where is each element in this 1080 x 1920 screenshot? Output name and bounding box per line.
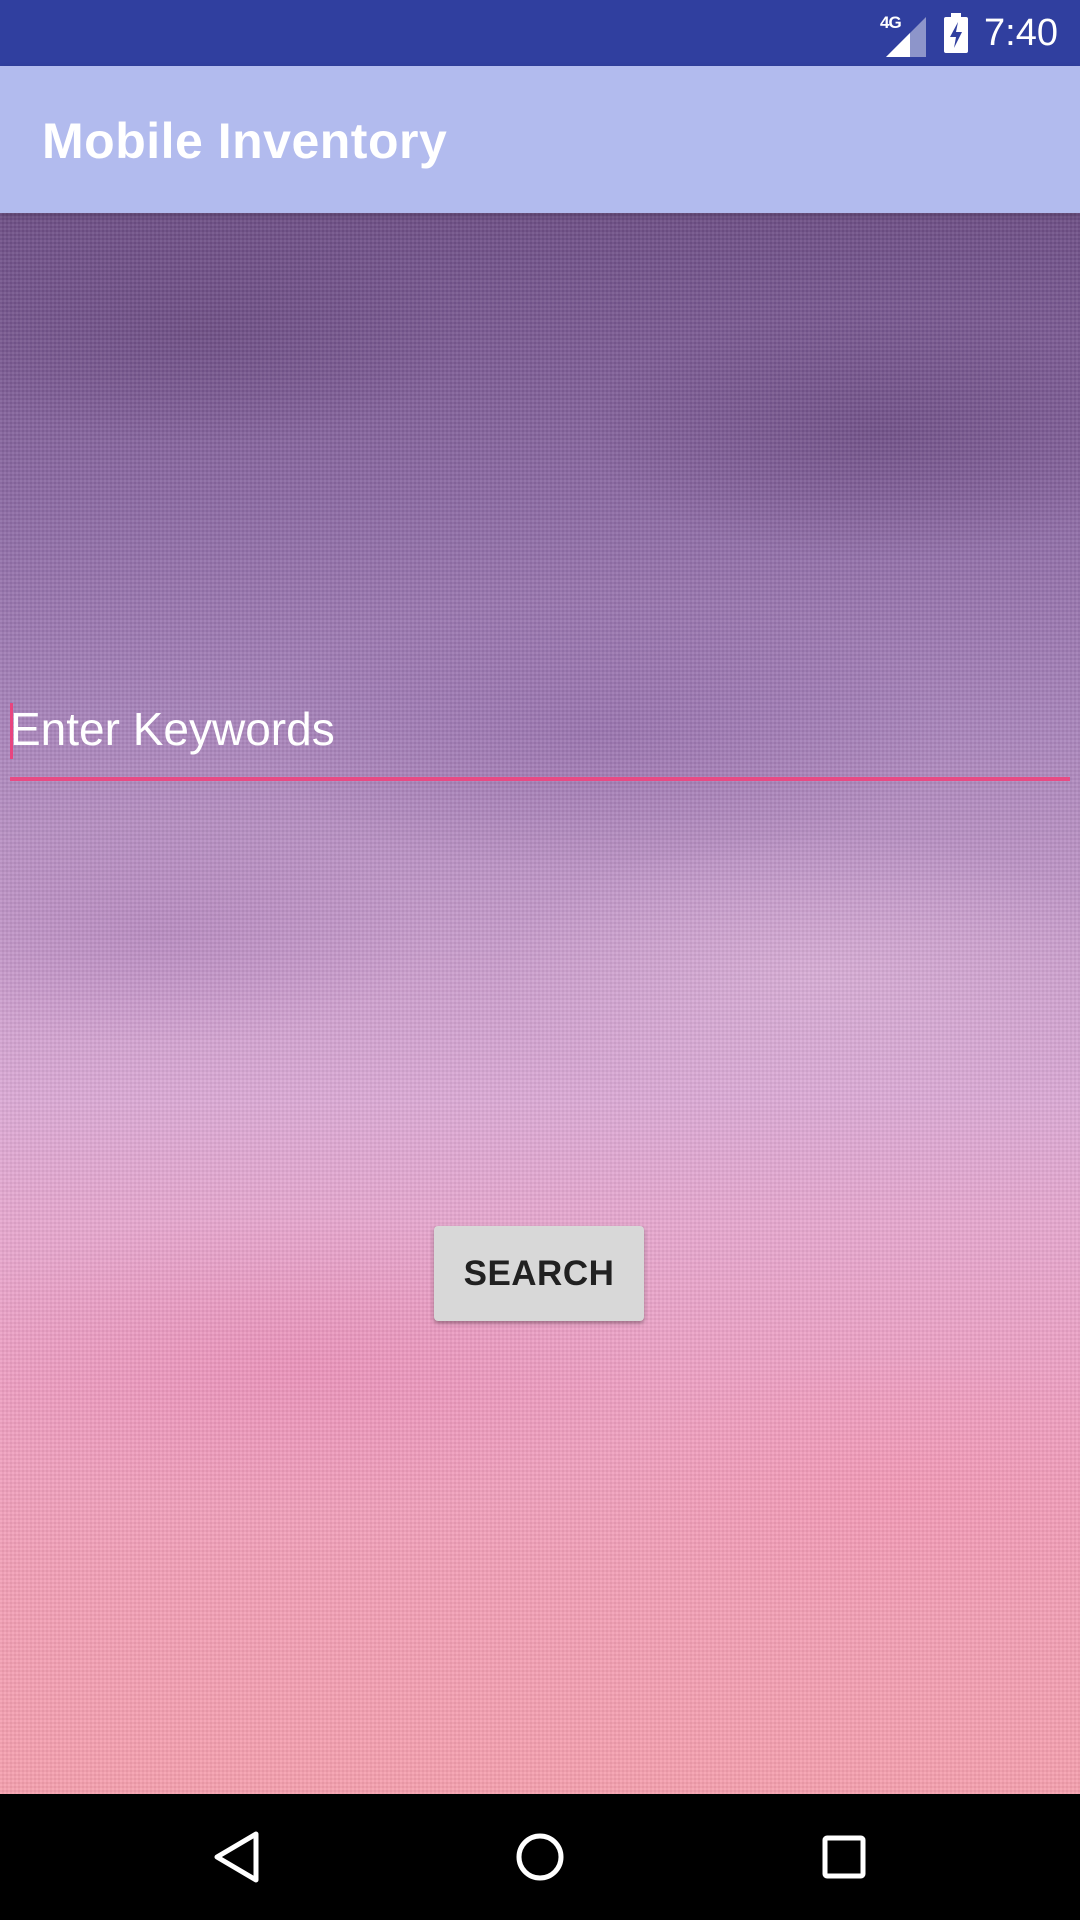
app-title: Mobile Inventory	[42, 113, 448, 169]
text-cursor	[10, 703, 13, 759]
back-icon	[214, 1831, 259, 1883]
signal-icon: 4G	[880, 9, 928, 57]
status-icons: 4G 7:40	[880, 0, 1058, 66]
clock: 7:40	[984, 11, 1058, 54]
recents-button[interactable]	[811, 1824, 877, 1890]
status-bar: 4G 7:40	[0, 0, 1080, 66]
recents-icon	[822, 1835, 866, 1879]
content-background: SEARCH	[0, 213, 1080, 1794]
home-icon	[516, 1833, 564, 1881]
app-bar: Mobile Inventory	[0, 66, 1080, 213]
search-button[interactable]: SEARCH	[434, 1226, 644, 1321]
keyword-input-underline	[10, 777, 1070, 781]
keyword-input[interactable]	[10, 693, 1070, 765]
home-button[interactable]	[507, 1824, 573, 1890]
background-texture	[0, 213, 1080, 1794]
back-button[interactable]	[203, 1824, 269, 1890]
battery-charging-icon	[944, 13, 969, 53]
navigation-bar	[0, 1794, 1080, 1920]
keyword-field	[10, 693, 1070, 781]
screen: 4G 7:40 Mobile Inventory SEARCH	[0, 0, 1080, 1920]
